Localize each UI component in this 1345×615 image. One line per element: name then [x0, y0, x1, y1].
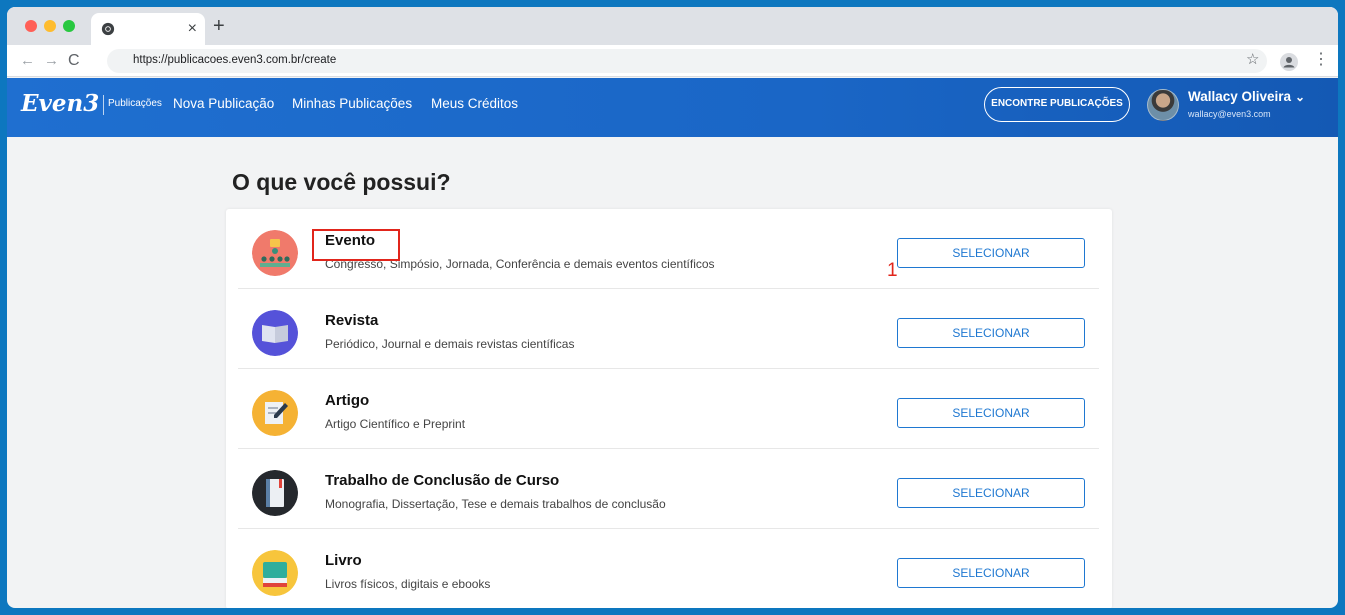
tab-close-icon[interactable]: ×: [188, 19, 197, 39]
tab-strip: × +: [7, 7, 1338, 45]
new-tab-button[interactable]: +: [213, 16, 225, 36]
close-window-button[interactable]: [25, 20, 37, 32]
even3-logo[interactable]: Even3: [21, 90, 99, 118]
page-title: O que você possui?: [232, 169, 451, 195]
article-pencil-icon: [252, 390, 298, 436]
person-icon: [1283, 57, 1295, 68]
profile-icon[interactable]: [1280, 53, 1298, 71]
list-item[interactable]: Livro Livros físicos, digitais e ebooks …: [238, 529, 1099, 608]
options-card: Evento Congresso, Simpósio, Jornada, Con…: [226, 209, 1112, 608]
select-artigo-button[interactable]: SELECIONAR: [897, 398, 1085, 428]
app-header: Even3 Publicações Nova Publicação Minhas…: [7, 78, 1338, 137]
thesis-book-icon: [252, 470, 298, 516]
nav-nova-publicacao[interactable]: Nova Publicação: [173, 96, 274, 111]
browser-menu-icon[interactable]: ⋮: [1313, 49, 1329, 71]
minimize-window-button[interactable]: [44, 20, 56, 32]
user-name[interactable]: Wallacy Oliveira: [1188, 89, 1291, 104]
browser-toolbar: ← → C https://publicacoes.even3.com.br/c…: [7, 45, 1338, 77]
list-item[interactable]: Artigo Artigo Científico e Preprint SELE…: [238, 369, 1099, 449]
chrome-icon: [101, 22, 115, 36]
reload-button[interactable]: C: [68, 51, 80, 71]
annotation-step-number: 1: [887, 260, 898, 281]
event-audience-icon: [252, 230, 298, 276]
select-evento-button[interactable]: SELECIONAR: [897, 238, 1085, 268]
list-item[interactable]: Revista Periódico, Journal e demais revi…: [238, 289, 1099, 369]
logo-subtitle: Publicações: [108, 98, 162, 109]
avatar[interactable]: [1147, 89, 1179, 121]
select-livro-button[interactable]: SELECIONAR: [897, 558, 1085, 588]
browser-tab[interactable]: ×: [91, 13, 205, 45]
book-icon: [252, 550, 298, 596]
address-bar[interactable]: https://publicacoes.even3.com.br/create: [107, 49, 1267, 73]
list-item[interactable]: Trabalho de Conclusão de Curso Monografi…: [238, 449, 1099, 529]
option-title: Artigo: [325, 392, 370, 409]
option-description: Livros físicos, digitais e ebooks: [325, 577, 491, 591]
option-description: Periódico, Journal e demais revistas cie…: [325, 337, 575, 351]
browser-window: × + ← → C https://publicacoes.even3.com.…: [7, 7, 1338, 608]
option-title: Revista: [325, 312, 379, 329]
bookmark-star-icon[interactable]: ☆: [1246, 50, 1259, 70]
annotation-highlight-box: [312, 229, 400, 261]
option-description: Artigo Científico e Preprint: [325, 417, 466, 431]
select-tcc-button[interactable]: SELECIONAR: [897, 478, 1085, 508]
back-button[interactable]: ←: [20, 51, 35, 71]
url-text[interactable]: https://publicacoes.even3.com.br/create: [133, 54, 336, 66]
option-title: Livro: [325, 552, 362, 569]
user-email: wallacy@even3.com: [1188, 109, 1271, 119]
forward-button[interactable]: →: [44, 51, 59, 71]
journal-icon: [252, 310, 298, 356]
chevron-down-icon[interactable]: ⌄: [1295, 89, 1305, 105]
option-description: Monografia, Dissertação, Tese e demais t…: [325, 497, 666, 511]
option-title: Trabalho de Conclusão de Curso: [325, 472, 560, 489]
nav-meus-creditos[interactable]: Meus Créditos: [431, 96, 518, 111]
nav-minhas-publicacoes[interactable]: Minhas Publicações: [292, 96, 412, 111]
logo-divider: [103, 95, 104, 115]
maximize-window-button[interactable]: [63, 20, 75, 32]
select-revista-button[interactable]: SELECIONAR: [897, 318, 1085, 348]
find-publications-button[interactable]: ENCONTRE PUBLICAÇÕES: [984, 87, 1130, 122]
